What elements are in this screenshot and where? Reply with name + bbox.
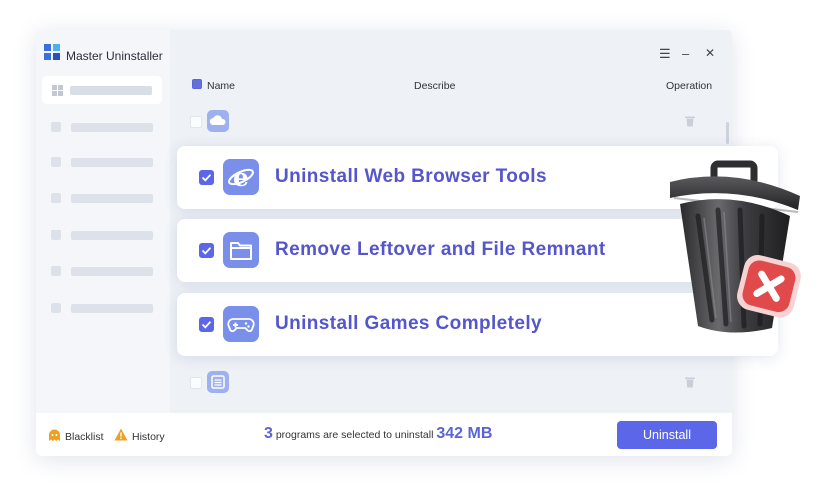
sidebar-item[interactable]	[51, 303, 153, 313]
svg-text:e: e	[233, 163, 249, 192]
selected-size: 342 MB	[436, 425, 493, 442]
feature-checkbox[interactable]	[199, 243, 214, 258]
trash-icon[interactable]	[684, 376, 696, 388]
sidebar-item-placeholder	[70, 86, 152, 95]
sidebar-item[interactable]	[51, 122, 153, 132]
feature-checkbox[interactable]	[199, 317, 214, 332]
sidebar: Master Uninstaller	[36, 30, 170, 413]
sidebar-item[interactable]	[51, 266, 153, 276]
blacklist-icon	[49, 429, 60, 441]
sidebar-item-placeholder	[71, 231, 153, 240]
close-button[interactable]: ✕	[705, 46, 715, 60]
warning-icon	[114, 428, 128, 441]
sidebar-item[interactable]	[51, 230, 153, 240]
row-checkbox[interactable]	[190, 377, 202, 389]
sidebar-item-placeholder	[71, 194, 153, 203]
minimize-button[interactable]: –	[682, 46, 689, 61]
menu-icon[interactable]: ☰	[659, 46, 671, 62]
cloud-icon	[207, 110, 229, 132]
sidebar-item-icon	[51, 303, 61, 313]
feature-label: Uninstall Games Completely	[275, 313, 542, 334]
sidebar-item[interactable]	[51, 157, 153, 167]
blacklist-link[interactable]: Blacklist	[65, 431, 104, 443]
sidebar-item-placeholder	[71, 267, 153, 276]
column-header-operation: Operation	[666, 80, 713, 92]
selection-status: 3 programs are selected to uninstall 342…	[264, 425, 492, 443]
select-all-checkbox[interactable]	[192, 79, 202, 89]
app-logo-icon	[44, 44, 60, 60]
windows-icon	[52, 85, 63, 96]
sidebar-item-icon	[51, 122, 61, 132]
trash-icon[interactable]	[684, 115, 696, 127]
column-header-describe: Describe	[414, 80, 456, 92]
sidebar-item-programs[interactable]	[42, 76, 162, 104]
sidebar-item-icon	[51, 193, 61, 203]
sidebar-item-placeholder	[71, 304, 153, 313]
sidebar-item-placeholder	[71, 123, 153, 132]
selected-count: 3	[264, 425, 273, 442]
trash-bin-icon	[670, 160, 801, 333]
sidebar-item-icon	[51, 157, 61, 167]
app-title: Master Uninstaller	[66, 49, 163, 63]
bottom-bar: Blacklist History 3 programs are selecte…	[36, 413, 732, 456]
scrollbar[interactable]	[726, 122, 729, 144]
column-header-name: Name	[207, 80, 236, 92]
feature-label: Uninstall Web Browser Tools	[275, 166, 547, 187]
row-checkbox[interactable]	[190, 116, 202, 128]
feature-checkbox[interactable]	[199, 170, 214, 185]
sidebar-item-icon	[51, 230, 61, 240]
browser-e-icon: e	[223, 159, 259, 195]
sidebar-item-placeholder	[71, 158, 153, 167]
folder-icon	[223, 232, 259, 268]
uninstall-button[interactable]: Uninstall	[617, 421, 717, 449]
list-icon	[207, 371, 229, 393]
sidebar-item[interactable]	[51, 193, 153, 203]
sidebar-item-icon	[51, 266, 61, 276]
feature-label: Remove Leftover and File Remnant	[275, 239, 606, 260]
gamepad-icon	[223, 306, 259, 342]
status-text: programs are selected to uninstall	[275, 429, 434, 441]
history-link[interactable]: History	[132, 431, 165, 443]
